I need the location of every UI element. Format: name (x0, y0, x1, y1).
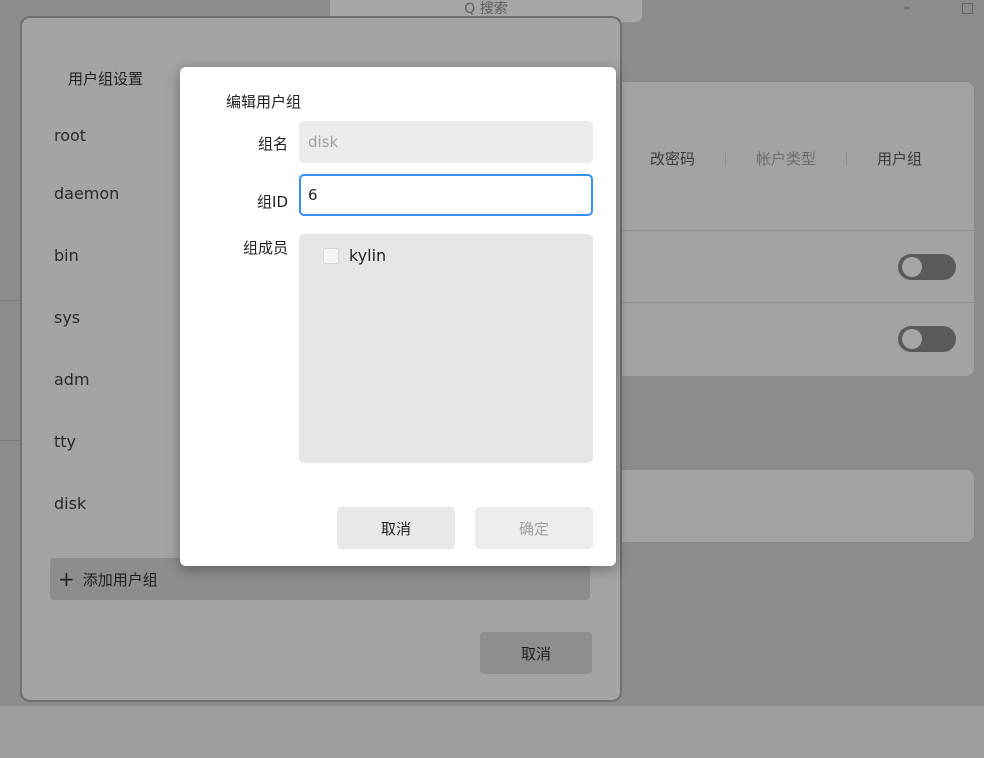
group-dialog-cancel-button[interactable]: 取消 (480, 632, 592, 674)
background-window-controls: – □ (904, 0, 974, 16)
background-search-placeholder: Q 搜索 (464, 1, 508, 17)
background-toggle-switch (898, 254, 956, 280)
background-tab-user-group: 用户组 (877, 150, 923, 168)
background-card (600, 470, 974, 542)
member-name: kylin (349, 246, 387, 265)
group-item-daemon[interactable]: daemon (54, 184, 119, 203)
add-user-group-label: 添加用户组 (82, 570, 158, 589)
background-divider (0, 300, 24, 301)
member-checkbox[interactable] (323, 247, 339, 264)
group-id-label: 组ID (257, 193, 288, 211)
dialog-title: 用户组设置 (68, 70, 144, 88)
group-item-sys[interactable]: sys (54, 308, 80, 327)
plus-icon: + (58, 567, 75, 591)
background-footer (0, 706, 984, 758)
group-id-input[interactable] (299, 174, 593, 216)
group-item-disk[interactable]: disk (54, 494, 86, 513)
group-item-adm[interactable]: adm (54, 370, 90, 389)
background-tab-account-type: 帐户类型 (756, 150, 817, 168)
background-tab-password: 改密码 (650, 150, 696, 168)
minimize-icon: – (903, 0, 911, 16)
edit-user-group-dialog: 编辑用户组 组名 组ID 组成员 kylin 取消 确定 (180, 67, 616, 566)
group-item-root[interactable]: root (54, 126, 86, 145)
background-divider (600, 230, 974, 231)
member-item-kylin[interactable]: kylin (323, 246, 386, 265)
edit-confirm-button[interactable]: 确定 (475, 507, 593, 549)
group-item-bin[interactable]: bin (54, 246, 79, 265)
edit-dialog-title: 编辑用户组 (226, 93, 302, 111)
maximize-icon: □ (960, 0, 974, 16)
group-members-label: 组成员 (242, 239, 288, 257)
background-divider (600, 302, 974, 303)
background-divider (0, 440, 24, 441)
group-name-input (299, 121, 593, 163)
background-toggle-switch (898, 326, 956, 352)
group-item-tty[interactable]: tty (54, 432, 76, 451)
background-tab-bar: 改密码 帐户类型 用户组 (620, 148, 952, 169)
edit-cancel-button[interactable]: 取消 (337, 507, 455, 549)
group-members-list: kylin (299, 234, 593, 463)
group-name-label: 组名 (257, 135, 288, 153)
